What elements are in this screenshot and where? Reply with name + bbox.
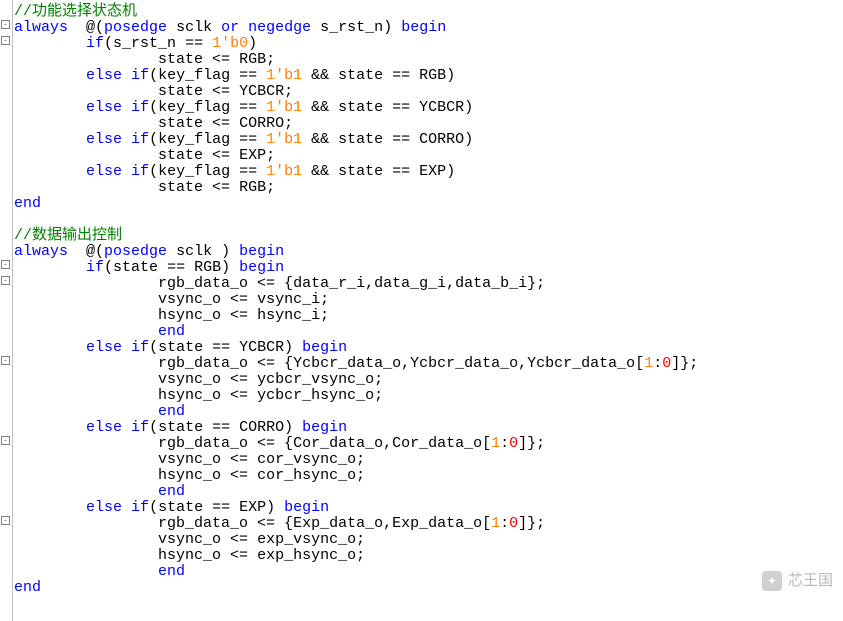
literal: 1'b0: [212, 35, 248, 52]
keyword-or: or: [221, 19, 239, 36]
keyword-posedge: posedge: [104, 19, 167, 36]
literal: 1'b1: [266, 67, 302, 84]
keyword-if: if: [86, 35, 104, 52]
fold-marker[interactable]: -: [1, 356, 10, 365]
fold-marker[interactable]: -: [1, 36, 10, 45]
watermark-label: 芯王国: [788, 573, 833, 589]
keyword-else: else: [86, 67, 122, 84]
keyword-if: if: [131, 67, 149, 84]
keyword-end: end: [14, 195, 41, 212]
watermark: ✦ 芯王国: [762, 571, 833, 591]
fold-marker[interactable]: -: [1, 260, 10, 269]
comment-line: //数据输出控制: [14, 227, 122, 244]
fold-marker[interactable]: -: [1, 20, 10, 29]
keyword-always: always: [14, 19, 68, 36]
code-block: //功能选择状态机 always @(posedge sclk or neged…: [14, 4, 698, 596]
fold-gutter: - - - - - - -: [0, 0, 13, 621]
fold-marker[interactable]: -: [1, 276, 10, 285]
wechat-icon: ✦: [762, 571, 782, 591]
keyword-begin: begin: [401, 19, 446, 36]
fold-marker[interactable]: -: [1, 516, 10, 525]
fold-marker[interactable]: -: [1, 436, 10, 445]
keyword-negedge: negedge: [248, 19, 311, 36]
comment-line: //功能选择状态机: [14, 3, 137, 20]
